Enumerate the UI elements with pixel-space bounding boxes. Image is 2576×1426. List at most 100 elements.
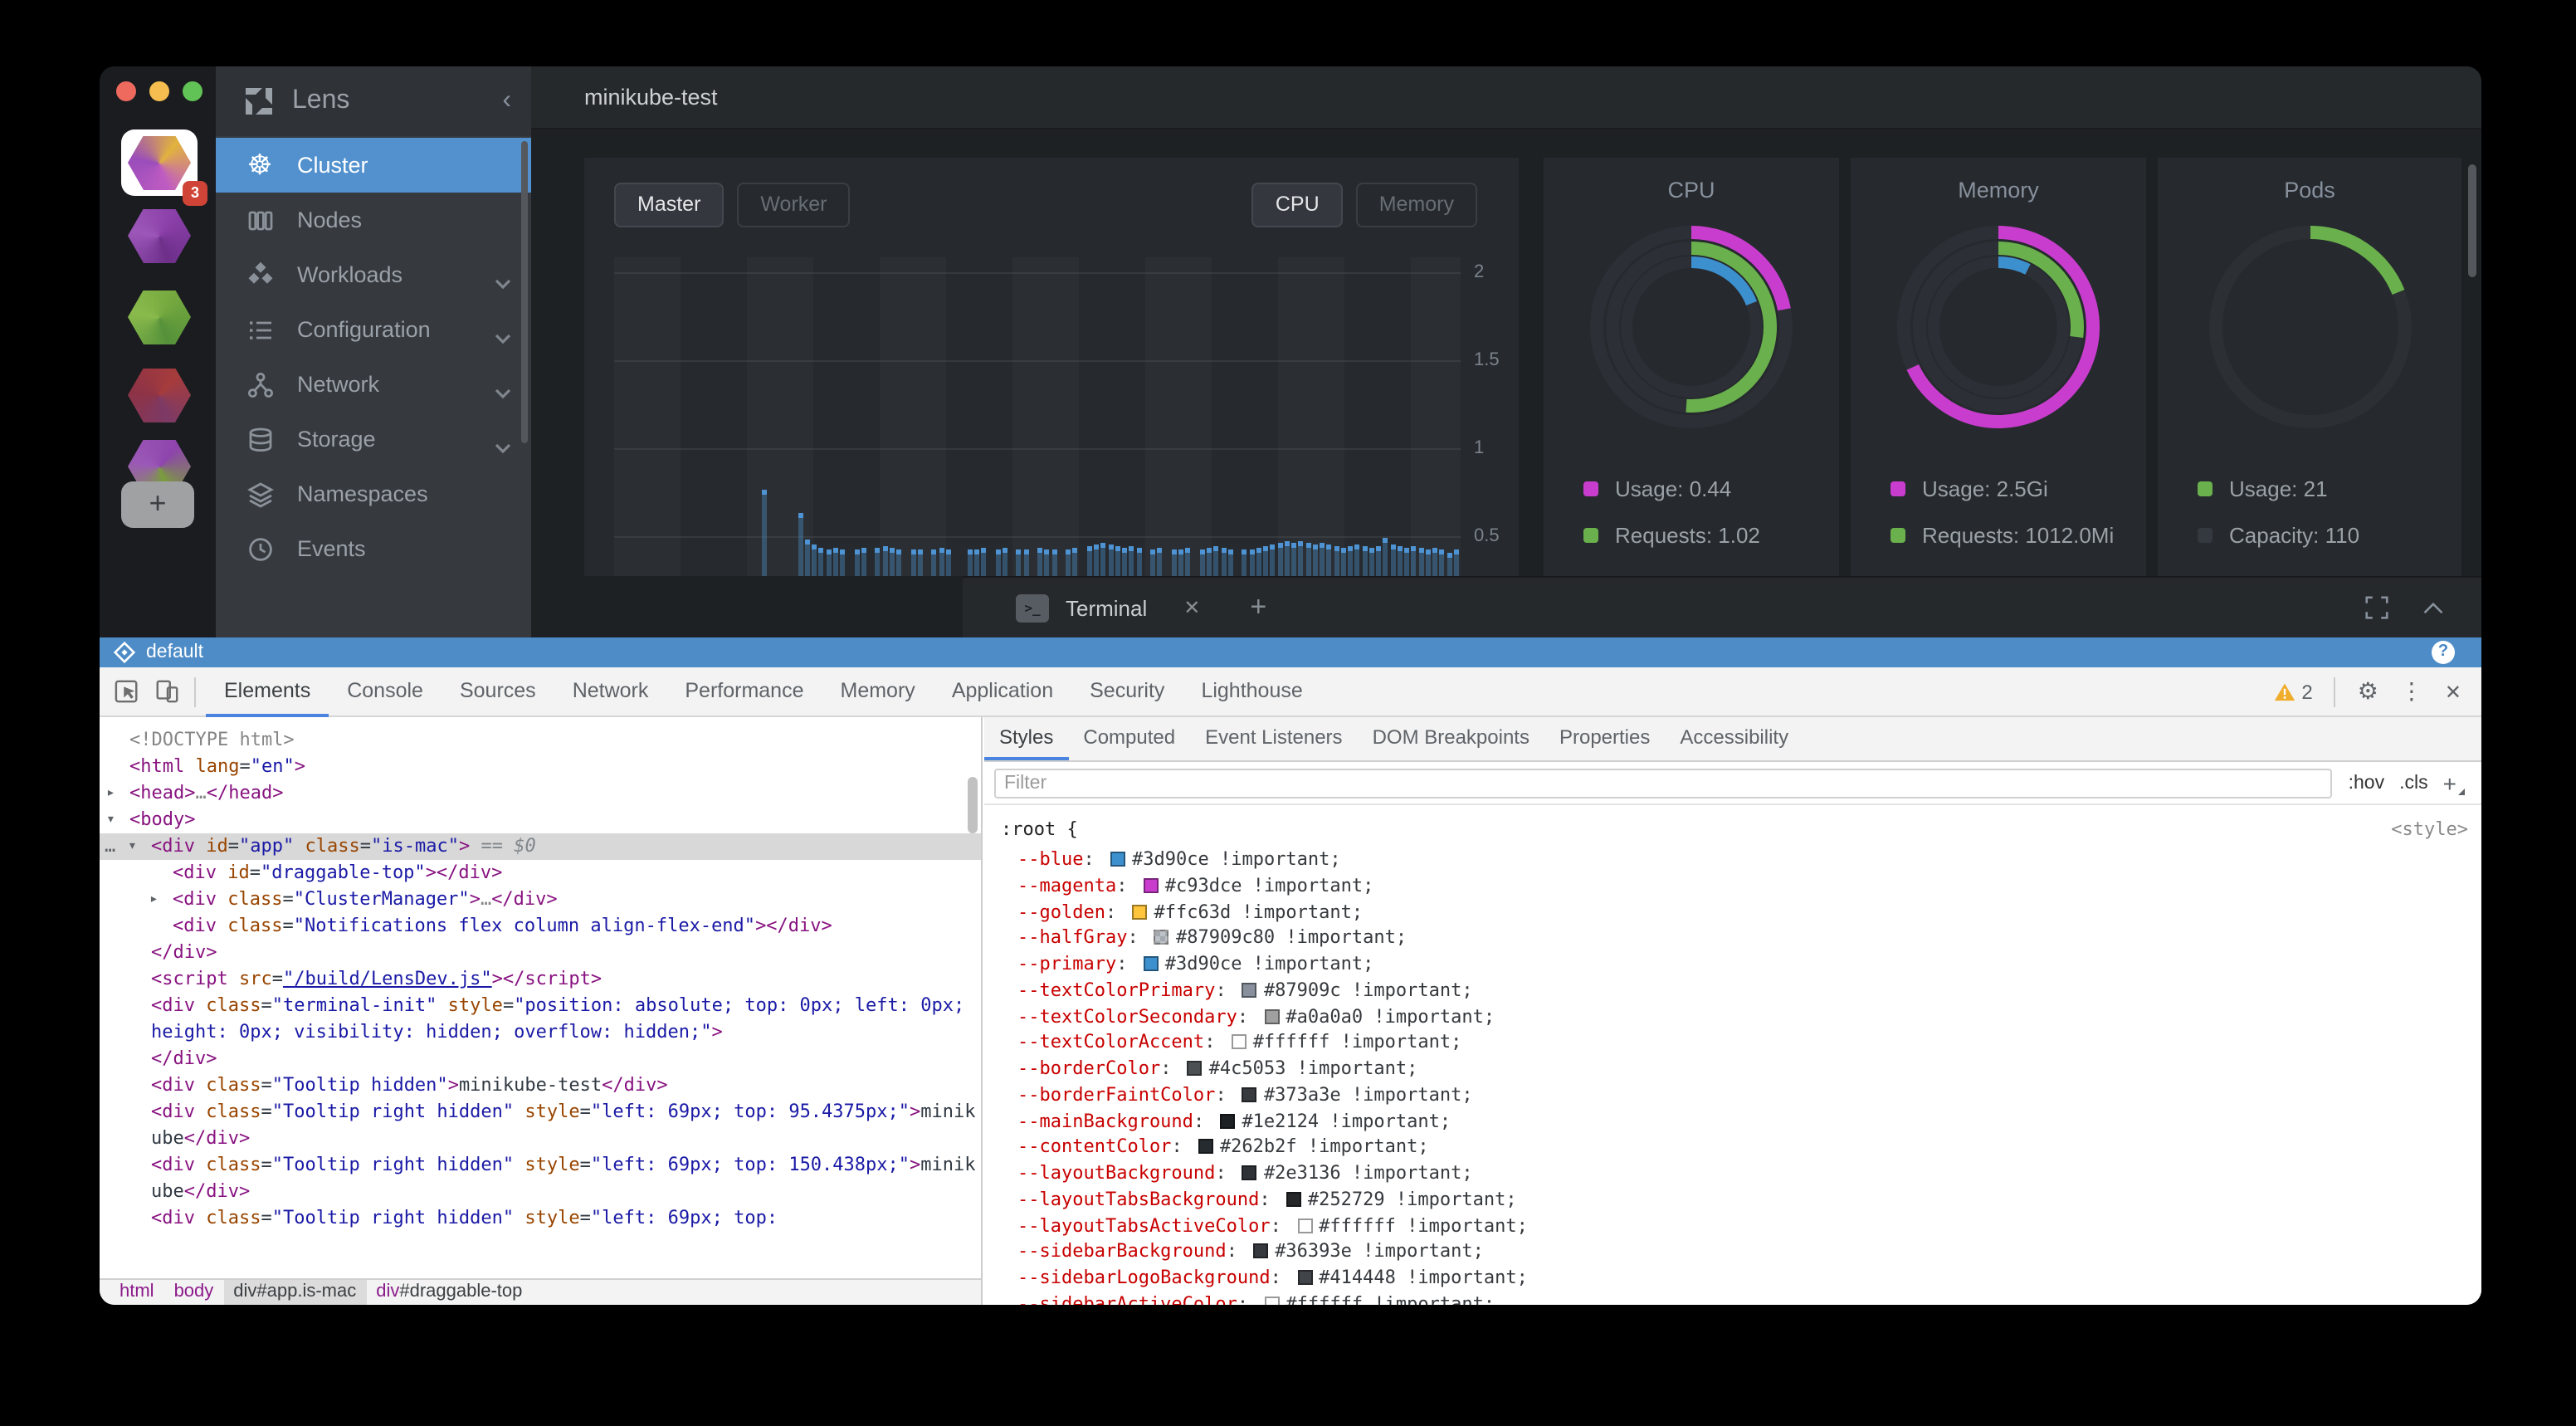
dom-tree-line[interactable]: </div>	[100, 1046, 981, 1072]
css-variable-row[interactable]: --layoutTabsActiveColor: #ffffff !import…	[1017, 1214, 2468, 1241]
css-variable-row[interactable]: --sidebarLogoBackground: #414448 !import…	[1017, 1267, 2468, 1293]
cluster-icon[interactable]	[121, 362, 198, 428]
cluster-icon[interactable]	[121, 284, 198, 350]
dom-tree-line[interactable]: <div class="Tooltip right hidden" style=…	[100, 1152, 981, 1205]
tab-application[interactable]: Application	[934, 667, 1071, 716]
help-icon[interactable]: ?	[2432, 641, 2455, 664]
css-variable-row[interactable]: --layoutTabsBackground: #252729 !importa…	[1017, 1189, 2468, 1215]
css-variable-row[interactable]: --borderColor: #4c5053 !important;	[1017, 1057, 2468, 1084]
color-swatch[interactable]	[1220, 1113, 1235, 1128]
sidebar-item-cluster[interactable]: ☸Cluster	[216, 138, 531, 193]
styles-tab-styles[interactable]: Styles	[984, 717, 1068, 760]
main-scrollbar[interactable]	[2468, 164, 2476, 277]
color-swatch[interactable]	[1297, 1218, 1312, 1233]
styles-tab-computed[interactable]: Computed	[1068, 717, 1190, 760]
tab-console[interactable]: Console	[329, 667, 442, 716]
color-swatch[interactable]	[1144, 956, 1159, 971]
toggle-classes-button[interactable]: .cls	[2399, 773, 2428, 793]
styles-tab-accessibility[interactable]: Accessibility	[1665, 717, 1803, 760]
color-swatch[interactable]	[1144, 878, 1159, 893]
sidebar-scrollbar[interactable]	[521, 141, 528, 443]
tab-network[interactable]: Network	[554, 667, 667, 716]
breadcrumb-item[interactable]: body	[164, 1279, 224, 1305]
css-variable-row[interactable]: --blue: #3d90ce !important;	[1017, 848, 2468, 875]
color-swatch[interactable]	[1188, 1061, 1203, 1076]
css-variable-row[interactable]: --textColorPrimary: #87909c !important;	[1017, 979, 2468, 1006]
zoom-window-button[interactable]	[183, 81, 202, 101]
css-variable-row[interactable]: --halfGray: #87909c80 !important;	[1017, 927, 2468, 954]
styles-filter-input[interactable]	[994, 768, 2332, 798]
sidebar-item-storage[interactable]: Storage	[216, 412, 531, 466]
expand-arrow-down-icon[interactable]: ▾	[128, 833, 137, 860]
tab-memory[interactable]: Memory	[822, 667, 934, 716]
sidebar-item-namespaces[interactable]: Namespaces	[216, 466, 531, 521]
color-swatch[interactable]	[1264, 1008, 1279, 1023]
styles-tab-properties[interactable]: Properties	[1544, 717, 1665, 760]
kebab-menu-icon[interactable]: ⋮	[2400, 677, 2423, 706]
tab-lighthouse[interactable]: Lighthouse	[1183, 667, 1320, 716]
new-style-rule-button[interactable]: +	[2443, 769, 2465, 796]
rule-selector[interactable]: :root {	[1001, 818, 1078, 840]
dom-tree-line[interactable]: <html lang="en">	[100, 754, 981, 780]
css-variable-row[interactable]: --sidebarActiveColor: #ffffff !important…	[1017, 1293, 2468, 1306]
terminal-add-icon[interactable]: +	[1250, 591, 1266, 624]
settings-gear-icon[interactable]: ⚙	[2358, 677, 2378, 706]
add-cluster-button[interactable]: +	[121, 481, 194, 528]
dom-tree-line[interactable]: ▸<head>…</head>	[100, 780, 981, 807]
css-variable-row[interactable]: --sidebarBackground: #36393e !important;	[1017, 1241, 2468, 1267]
styles-tab-dom-breakpoints[interactable]: DOM Breakpoints	[1358, 717, 1544, 760]
dom-tree-line[interactable]: </div>	[100, 940, 981, 966]
dom-tree-line[interactable]: <div class="Tooltip hidden">minikube-tes…	[100, 1072, 981, 1099]
breadcrumb-item[interactable]: div#app.is-mac	[223, 1279, 366, 1305]
dom-tree-line[interactable]: <!DOCTYPE html>	[100, 727, 981, 754]
css-variable-row[interactable]: --mainBackground: #1e2124 !important;	[1017, 1110, 2468, 1136]
style-source-link[interactable]: <style>	[2391, 818, 2468, 840]
terminal-tab[interactable]: Terminal	[1066, 595, 1147, 620]
worker-filter-button[interactable]: Worker	[737, 183, 850, 227]
color-swatch[interactable]	[1232, 1035, 1247, 1050]
styles-tab-event-listeners[interactable]: Event Listeners	[1190, 717, 1357, 760]
color-swatch[interactable]	[1132, 904, 1147, 919]
tab-performance[interactable]: Performance	[666, 667, 822, 716]
sidebar-item-nodes[interactable]: Nodes	[216, 193, 531, 247]
minimize-window-button[interactable]	[149, 81, 169, 101]
tab-security[interactable]: Security	[1071, 667, 1183, 716]
dom-tree-line[interactable]: <div class="Tooltip right hidden" style=…	[100, 1205, 981, 1232]
expand-arrow-right-icon[interactable]: ▸	[149, 886, 159, 913]
tab-sources[interactable]: Sources	[442, 667, 554, 716]
devtools-close-icon[interactable]: ✕	[2445, 680, 2461, 703]
sidebar-collapse-icon[interactable]: ‹	[502, 90, 511, 113]
css-variable-row[interactable]: --textColorAccent: #ffffff !important;	[1017, 1032, 2468, 1058]
breadcrumb-item[interactable]: div#draggable-top	[366, 1279, 532, 1305]
dom-tree-line[interactable]: <div class="terminal-init" style="positi…	[100, 993, 981, 1046]
color-swatch[interactable]	[1286, 1192, 1301, 1207]
css-variable-row[interactable]: --magenta: #c93dce !important;	[1017, 875, 2468, 901]
css-variable-row[interactable]: --borderFaintColor: #373a3e !important;	[1017, 1084, 2468, 1111]
dom-tree-line[interactable]: <div class="Tooltip right hidden" style=…	[100, 1099, 981, 1152]
color-swatch[interactable]	[1297, 1270, 1312, 1285]
toggle-hover-state-button[interactable]: :hov	[2349, 773, 2385, 793]
css-variable-row[interactable]: --layoutBackground: #2e3136 !important;	[1017, 1162, 2468, 1189]
color-swatch[interactable]	[1242, 1087, 1257, 1102]
color-swatch[interactable]	[1253, 1244, 1268, 1259]
sidebar-item-workloads[interactable]: Workloads	[216, 247, 531, 302]
master-filter-button[interactable]: Master	[614, 183, 724, 227]
color-swatch[interactable]	[1242, 1165, 1257, 1180]
color-swatch[interactable]	[1154, 930, 1169, 945]
cluster-icon[interactable]	[121, 203, 198, 269]
color-swatch[interactable]	[1242, 983, 1257, 998]
console-warnings-badge[interactable]: 2	[2273, 680, 2312, 703]
expand-arrow-right-icon[interactable]: ▸	[106, 780, 115, 807]
expand-arrow-down-icon[interactable]: ▾	[106, 807, 115, 833]
css-variable-row[interactable]: --golden: #ffc63d !important;	[1017, 901, 2468, 927]
dom-tree-line[interactable]: <div class="Notifications flex column al…	[100, 913, 981, 940]
memory-metric-button[interactable]: Memory	[1356, 183, 1477, 227]
inspect-element-icon[interactable]	[115, 679, 139, 704]
dom-tree-line[interactable]: <div id="draggable-top"></div>	[100, 860, 981, 886]
breadcrumb-item[interactable]: html	[110, 1279, 164, 1305]
device-toolbar-icon[interactable]	[154, 679, 179, 704]
color-swatch[interactable]	[1198, 1140, 1213, 1155]
chevron-up-icon[interactable]	[2422, 600, 2445, 615]
dom-tree-line[interactable]: ▸<div class="ClusterManager">…</div>	[100, 886, 981, 913]
cpu-metric-button[interactable]: CPU	[1252, 183, 1343, 227]
